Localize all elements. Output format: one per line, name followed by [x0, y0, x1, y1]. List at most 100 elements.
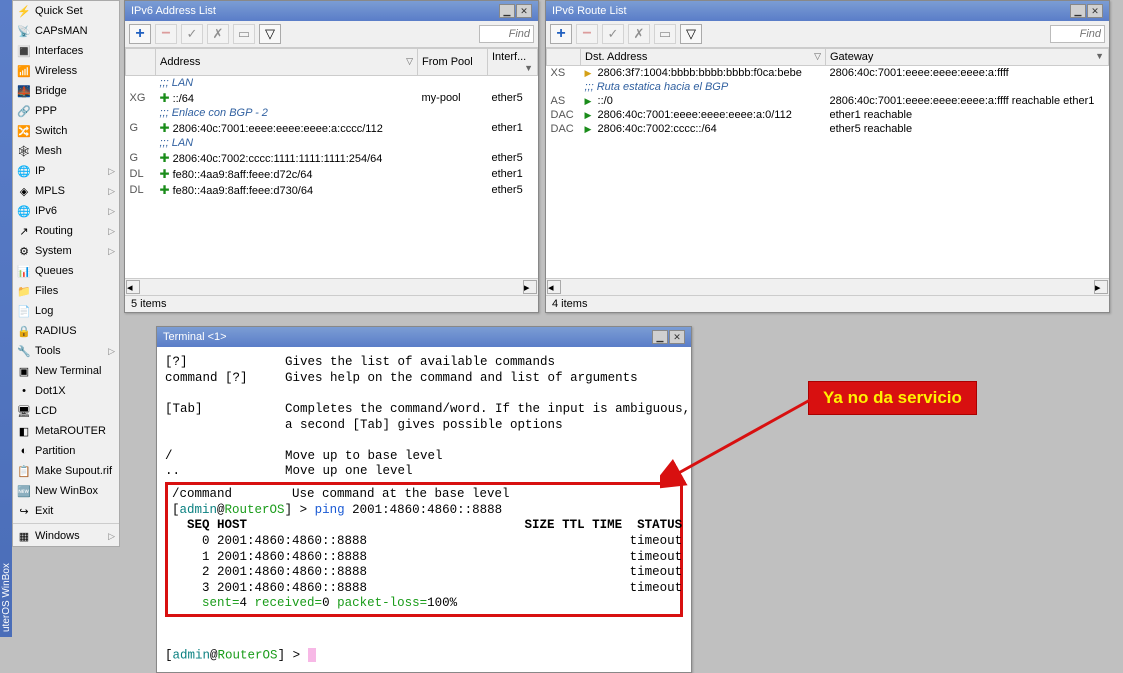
sidebar-item-radius[interactable]: 🔒RADIUS — [13, 321, 119, 341]
sidebar-item-ipv6[interactable]: 🌐IPv6▷ — [13, 201, 119, 221]
add-button[interactable]: + — [550, 24, 572, 44]
sidebar-item-system[interactable]: ⚙System▷ — [13, 241, 119, 261]
close-button[interactable]: ✕ — [516, 4, 532, 18]
scroll-left-button[interactable]: ◂ — [126, 280, 140, 294]
disable-button[interactable]: ✗ — [207, 24, 229, 44]
submenu-arrow-icon: ▷ — [108, 246, 115, 257]
sidebar-item-new-winbox[interactable]: 🆕New WinBox — [13, 481, 119, 501]
submenu-arrow-icon: ▷ — [108, 206, 115, 217]
sidebar-item-exit[interactable]: ↪Exit — [13, 501, 119, 521]
minimize-button[interactable]: ▁ — [652, 330, 668, 344]
col-address[interactable]: Address▽ — [156, 49, 418, 76]
sidebar-item-log[interactable]: 📄Log — [13, 301, 119, 321]
col-gateway[interactable]: Gateway▼ — [826, 49, 1109, 66]
menu-label: PPP — [35, 105, 57, 117]
sidebar-item-files[interactable]: 📁Files — [13, 281, 119, 301]
col-flags[interactable] — [126, 49, 156, 76]
sidebar-item-new-terminal[interactable]: ▣New Terminal — [13, 361, 119, 381]
sidebar-item-ppp[interactable]: 🔗PPP — [13, 101, 119, 121]
table-row[interactable]: DL✚ fe80::4aa9:8aff:feee:d730/64ether5 — [126, 182, 538, 198]
sidebar-item-metarouter[interactable]: ◧MetaROUTER — [13, 421, 119, 441]
submenu-arrow-icon: ▷ — [108, 226, 115, 237]
table-row[interactable]: DL✚ fe80::4aa9:8aff:feee:d72c/64ether1 — [126, 166, 538, 182]
menu-label: Routing — [35, 225, 73, 237]
sidebar-item-make-supout-rif[interactable]: 📋Make Supout.rif — [13, 461, 119, 481]
minimize-button[interactable]: ▁ — [499, 4, 515, 18]
sidebar-item-dot1x[interactable]: •Dot1X — [13, 381, 119, 401]
remove-button[interactable]: − — [155, 24, 177, 44]
find-input[interactable] — [479, 25, 534, 43]
menu-label: MPLS — [35, 185, 65, 197]
menu-icon: 🕸 — [17, 144, 31, 158]
col-from-pool[interactable]: From Pool — [418, 49, 488, 76]
sidebar-item-interfaces[interactable]: 🔳Interfaces — [13, 41, 119, 61]
table-row[interactable]: G✚ 2806:40c:7001:eeee:eeee:eeee:a:cccc/1… — [126, 120, 538, 136]
table-row[interactable]: XS▶ 2806:3f7:1004:bbbb:bbbb:bbbb:f0ca:be… — [547, 66, 1109, 81]
table-row[interactable]: ;;; LAN — [126, 136, 538, 150]
filter-button[interactable]: ▽ — [680, 24, 702, 44]
route-active-icon: ▶ — [585, 96, 592, 106]
scroll-right-button[interactable]: ▸ — [523, 280, 537, 294]
disable-button[interactable]: ✗ — [628, 24, 650, 44]
menu-label: LCD — [35, 405, 57, 417]
table-row[interactable]: DAC▶ 2806:40c:7002:cccc::/64ether5 reach… — [547, 122, 1109, 136]
enable-button[interactable]: ✓ — [181, 24, 203, 44]
sidebar-item-lcd[interactable]: 🖥LCD — [13, 401, 119, 421]
menu-label: Exit — [35, 505, 53, 517]
close-button[interactable]: ✕ — [669, 330, 685, 344]
sidebar-item-partition[interactable]: ◐Partition — [13, 441, 119, 461]
table-row[interactable]: ;;; Enlace con BGP - 2 — [126, 106, 538, 120]
table-row[interactable]: DAC▶ 2806:40c:7001:eeee:eeee:eeee:a:0/11… — [547, 108, 1109, 122]
remove-button[interactable]: − — [576, 24, 598, 44]
address-table: Address▽ From Pool Interf...▼ ;;; LANXG✚… — [125, 48, 538, 198]
sidebar-item-tools[interactable]: 🔧Tools▷ — [13, 341, 119, 361]
menu-icon: ▣ — [17, 364, 31, 378]
menu-icon: 📁 — [17, 284, 31, 298]
table-row[interactable]: ;;; LAN — [126, 76, 538, 91]
table-row[interactable]: AS▶ ::/02806:40c:7001:eeee:eeee:eeee:a:f… — [547, 94, 1109, 108]
sidebar-item-bridge[interactable]: 🌉Bridge — [13, 81, 119, 101]
comment-button[interactable]: ▭ — [654, 24, 676, 44]
sidebar-item-quick-set[interactable]: ⚡Quick Set — [13, 1, 119, 21]
submenu-arrow-icon: ▷ — [108, 346, 115, 357]
table-row[interactable]: XG✚ ::/64my-poolether5 — [126, 90, 538, 106]
menu-icon: 🔀 — [17, 124, 31, 138]
comment-button[interactable]: ▭ — [233, 24, 255, 44]
scroll-left-button[interactable]: ◂ — [547, 280, 561, 294]
route-inactive-icon: ▶ — [585, 68, 592, 78]
menu-label: Interfaces — [35, 45, 83, 57]
table-row[interactable]: G✚ 2806:40c:7002:cccc:1111:1111:1111:254… — [126, 150, 538, 166]
menu-icon: ◐ — [17, 444, 31, 458]
enable-button[interactable]: ✓ — [602, 24, 624, 44]
sidebar-item-mesh[interactable]: 🕸Mesh — [13, 141, 119, 161]
address-icon: ✚ — [160, 167, 170, 181]
find-input[interactable] — [1050, 25, 1105, 43]
statusbar: 4 items — [546, 295, 1109, 312]
titlebar[interactable]: Terminal <1> ▁ ✕ — [157, 327, 691, 347]
submenu-arrow-icon: ▷ — [108, 531, 115, 542]
sidebar-item-ip[interactable]: 🌐IP▷ — [13, 161, 119, 181]
sidebar-item-capsman[interactable]: 📡CAPsMAN — [13, 21, 119, 41]
menu-icon: 🔧 — [17, 344, 31, 358]
address-icon: ✚ — [160, 183, 170, 197]
table-row[interactable]: ;;; Ruta estatica hacia el BGP — [547, 80, 1109, 94]
sidebar-item-wireless[interactable]: 📶Wireless — [13, 61, 119, 81]
col-flags[interactable] — [547, 49, 581, 66]
scroll-right-button[interactable]: ▸ — [1094, 280, 1108, 294]
titlebar[interactable]: IPv6 Route List ▁ ✕ — [546, 1, 1109, 21]
close-button[interactable]: ✕ — [1087, 4, 1103, 18]
terminal-output[interactable]: [?] Gives the list of available commands… — [157, 347, 691, 672]
sidebar-item-switch[interactable]: 🔀Switch — [13, 121, 119, 141]
sidebar-item-windows[interactable]: ▦Windows▷ — [13, 526, 119, 546]
add-button[interactable]: + — [129, 24, 151, 44]
menu-label: MetaROUTER — [35, 425, 106, 437]
menu-icon: 🌐 — [17, 164, 31, 178]
sidebar-item-routing[interactable]: ↗Routing▷ — [13, 221, 119, 241]
filter-button[interactable]: ▽ — [259, 24, 281, 44]
sidebar-item-queues[interactable]: 📊Queues — [13, 261, 119, 281]
col-dst-address[interactable]: Dst. Address▽ — [581, 49, 826, 66]
minimize-button[interactable]: ▁ — [1070, 4, 1086, 18]
titlebar[interactable]: IPv6 Address List ▁ ✕ — [125, 1, 538, 21]
col-interface[interactable]: Interf...▼ — [488, 49, 538, 76]
sidebar-item-mpls[interactable]: ◈MPLS▷ — [13, 181, 119, 201]
